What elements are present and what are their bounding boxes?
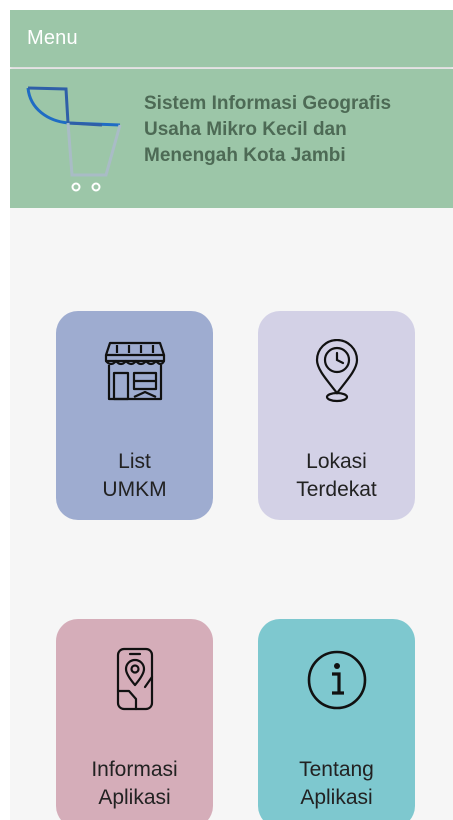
tile-label-line-1: List [118, 450, 151, 473]
tentang-aplikasi-button[interactable]: Tentang Aplikasi [258, 619, 415, 820]
list-umkm-button[interactable]: List UMKM [56, 311, 213, 520]
tile-label-line-2: Aplikasi [98, 786, 171, 809]
info-icon [307, 650, 366, 710]
title-line-3: Menengah Kota Jambi [144, 145, 346, 166]
tile-label-line-2: Aplikasi [300, 786, 373, 809]
tile-label-line-1: Tentang [299, 758, 374, 781]
tile-label-line-2: Terdekat [296, 478, 377, 501]
app-screen: Menu Sistem Informasi Geografis Usaha Mi… [10, 10, 453, 820]
informasi-aplikasi-button[interactable]: Informasi Aplikasi [56, 619, 213, 820]
title-line-2: Usaha Mikro Kecil dan [144, 119, 347, 140]
storefront-icon [104, 341, 165, 401]
top-app-bar: Menu [10, 10, 453, 67]
title-line-1: Sistem Informasi Geografis [144, 93, 392, 114]
phone-location-icon [116, 647, 153, 711]
appbar-title: Menu [27, 27, 78, 49]
header-banner: Sistem Informasi Geografis Usaha Mikro K… [10, 69, 453, 208]
tile-label-line-1: Informasi [91, 758, 178, 781]
app-full-title: Sistem Informasi Geografis Usaha Mikro K… [144, 91, 444, 169]
tile-label-line-1: Lokasi [306, 450, 367, 473]
shopping-cart-icon [26, 86, 122, 192]
lokasi-terdekat-button[interactable]: Lokasi Terdekat [258, 311, 415, 520]
tile-label-line-2: UMKM [102, 478, 167, 501]
location-clock-icon [315, 339, 358, 403]
